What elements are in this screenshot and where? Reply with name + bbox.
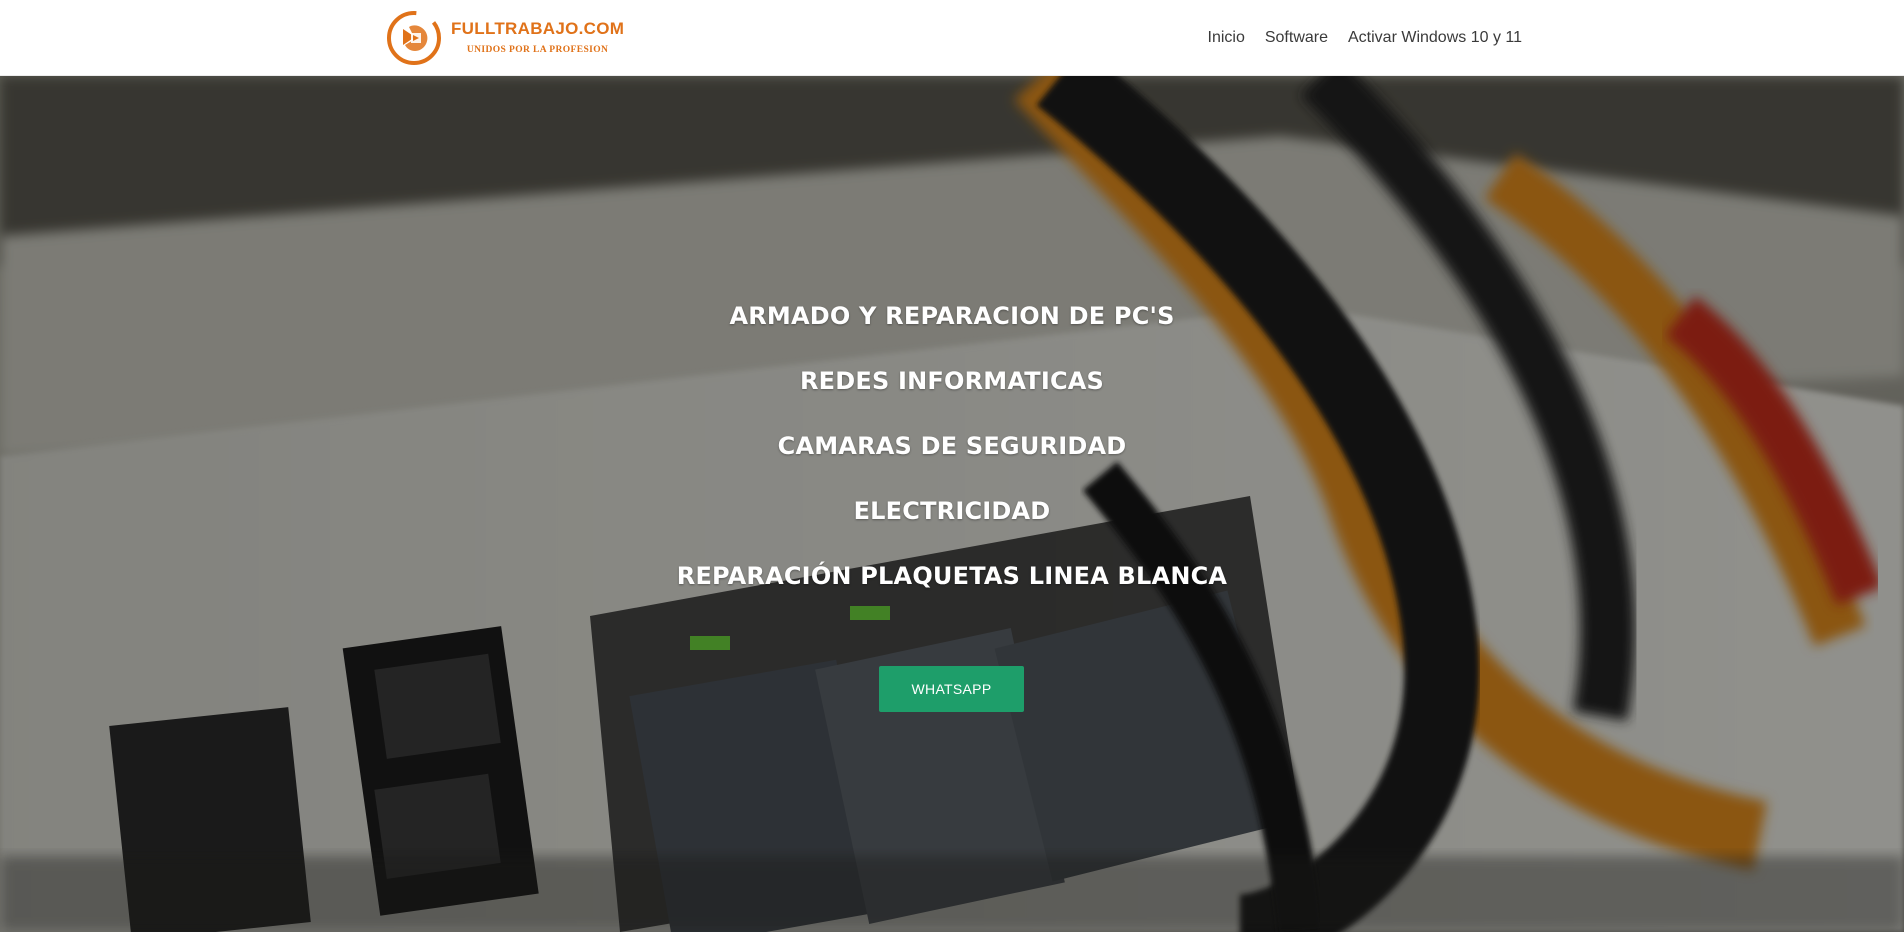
brand-name: FULLTRABAJO.COM: [451, 19, 625, 38]
service-heading-electricidad: ELECTRICIDAD: [853, 497, 1051, 525]
whatsapp-button[interactable]: WHATSAPP: [879, 666, 1024, 712]
site-header: FULLTRABAJO.COM UNIDOS POR LA PROFESION …: [0, 0, 1904, 76]
service-heading-plaquetas: REPARACIÓN PLAQUETAS LINEA BLANCA: [676, 562, 1228, 590]
service-heading-camaras: CAMARAS DE SEGURIDAD: [777, 432, 1127, 460]
hero-section: ARMADO Y REPARACION DE PC'S REDES INFORM…: [0, 76, 1904, 932]
logo-hands-icon: [387, 11, 441, 65]
nav-item-activar-windows[interactable]: Activar Windows 10 y 11: [1348, 29, 1522, 47]
brand-tagline: UNIDOS POR LA PROFESION: [466, 45, 609, 55]
nav-item-inicio[interactable]: Inicio: [1208, 29, 1245, 47]
service-heading-pc: ARMADO Y REPARACION DE PC'S: [729, 302, 1175, 330]
site-logo[interactable]: FULLTRABAJO.COM UNIDOS POR LA PROFESION: [385, 9, 625, 67]
main-nav: Inicio Software Activar Windows 10 y 11: [1208, 0, 1523, 76]
service-heading-redes: REDES INFORMATICAS: [799, 367, 1105, 395]
hero-content: ARMADO Y REPARACION DE PC'S REDES INFORM…: [0, 76, 1904, 932]
logo-text: FULLTRABAJO.COM UNIDOS POR LA PROFESION: [451, 19, 624, 57]
nav-item-software[interactable]: Software: [1265, 29, 1328, 47]
